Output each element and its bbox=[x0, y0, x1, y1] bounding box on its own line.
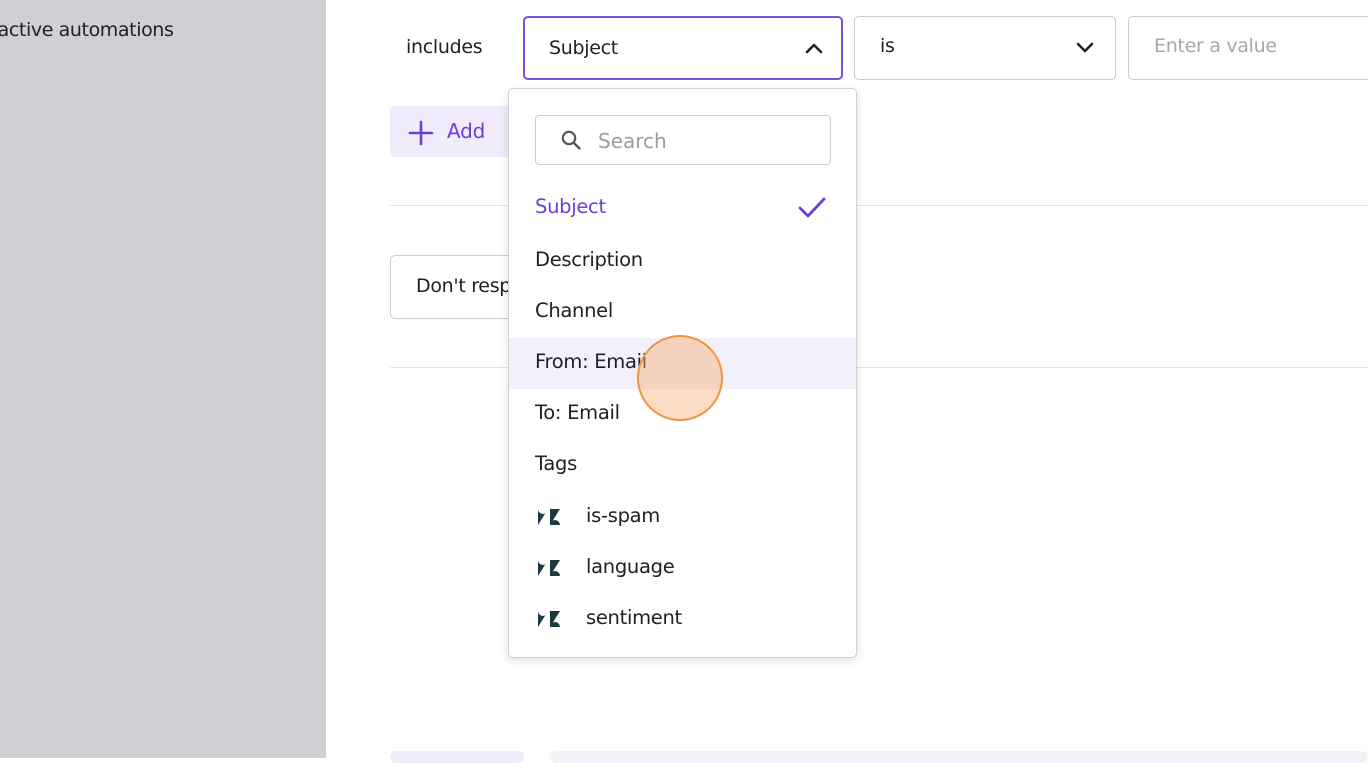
add-button-label: Add bbox=[447, 119, 486, 143]
checkmark-icon bbox=[798, 197, 826, 218]
option-label: Description bbox=[535, 248, 643, 271]
plus-icon bbox=[408, 120, 434, 146]
dropdown-search[interactable] bbox=[535, 115, 831, 165]
sidebar: nactive automations bbox=[0, 0, 326, 758]
zendesk-logo-icon bbox=[538, 509, 560, 525]
value-input[interactable]: Enter a value bbox=[1128, 16, 1368, 80]
search-icon bbox=[561, 130, 581, 150]
option-label: To: Email bbox=[535, 401, 620, 424]
zendesk-logo-icon bbox=[538, 611, 560, 627]
search-input[interactable] bbox=[596, 126, 820, 156]
operator-select[interactable]: is bbox=[854, 16, 1116, 80]
field-select[interactable]: Subject bbox=[523, 16, 843, 80]
dropdown-option-description[interactable]: Description bbox=[509, 236, 856, 287]
option-label: From: Email bbox=[535, 350, 647, 373]
dropdown-option-channel[interactable]: Channel bbox=[509, 287, 856, 338]
dropdown-option-is-spam[interactable]: is-spam bbox=[509, 492, 856, 543]
add-condition-button[interactable]: Add bbox=[390, 106, 510, 157]
zendesk-logo-icon bbox=[538, 560, 560, 576]
option-label: language bbox=[586, 555, 675, 578]
dropdown-option-subject[interactable]: Subject bbox=[509, 183, 856, 234]
option-label: is-spam bbox=[586, 504, 660, 527]
condition-label: includes bbox=[406, 36, 483, 58]
dropdown-option-language[interactable]: language bbox=[509, 543, 856, 594]
operator-select-value: is bbox=[880, 35, 895, 57]
bottom-button[interactable] bbox=[390, 751, 524, 763]
dropdown-option-sentiment[interactable]: sentiment bbox=[509, 594, 856, 645]
field-select-value: Subject bbox=[549, 37, 618, 59]
chevron-up-icon bbox=[805, 43, 823, 54]
dropdown-option-from-email[interactable]: From: Email bbox=[509, 338, 856, 389]
dropdown-option-tags[interactable]: Tags bbox=[509, 440, 856, 491]
dropdown-option-to-email[interactable]: To: Email bbox=[509, 389, 856, 440]
field-dropdown-menu: Subject Description Channel From: Email … bbox=[508, 88, 857, 658]
option-label: Subject bbox=[535, 195, 606, 218]
bottom-field[interactable] bbox=[549, 751, 1368, 763]
option-label: Channel bbox=[535, 299, 613, 322]
value-input-placeholder: Enter a value bbox=[1154, 35, 1277, 57]
option-label: sentiment bbox=[586, 606, 682, 629]
sidebar-item-inactive-automations[interactable]: nactive automations bbox=[0, 19, 174, 41]
chevron-down-icon bbox=[1076, 42, 1094, 53]
option-label: Tags bbox=[535, 452, 577, 475]
